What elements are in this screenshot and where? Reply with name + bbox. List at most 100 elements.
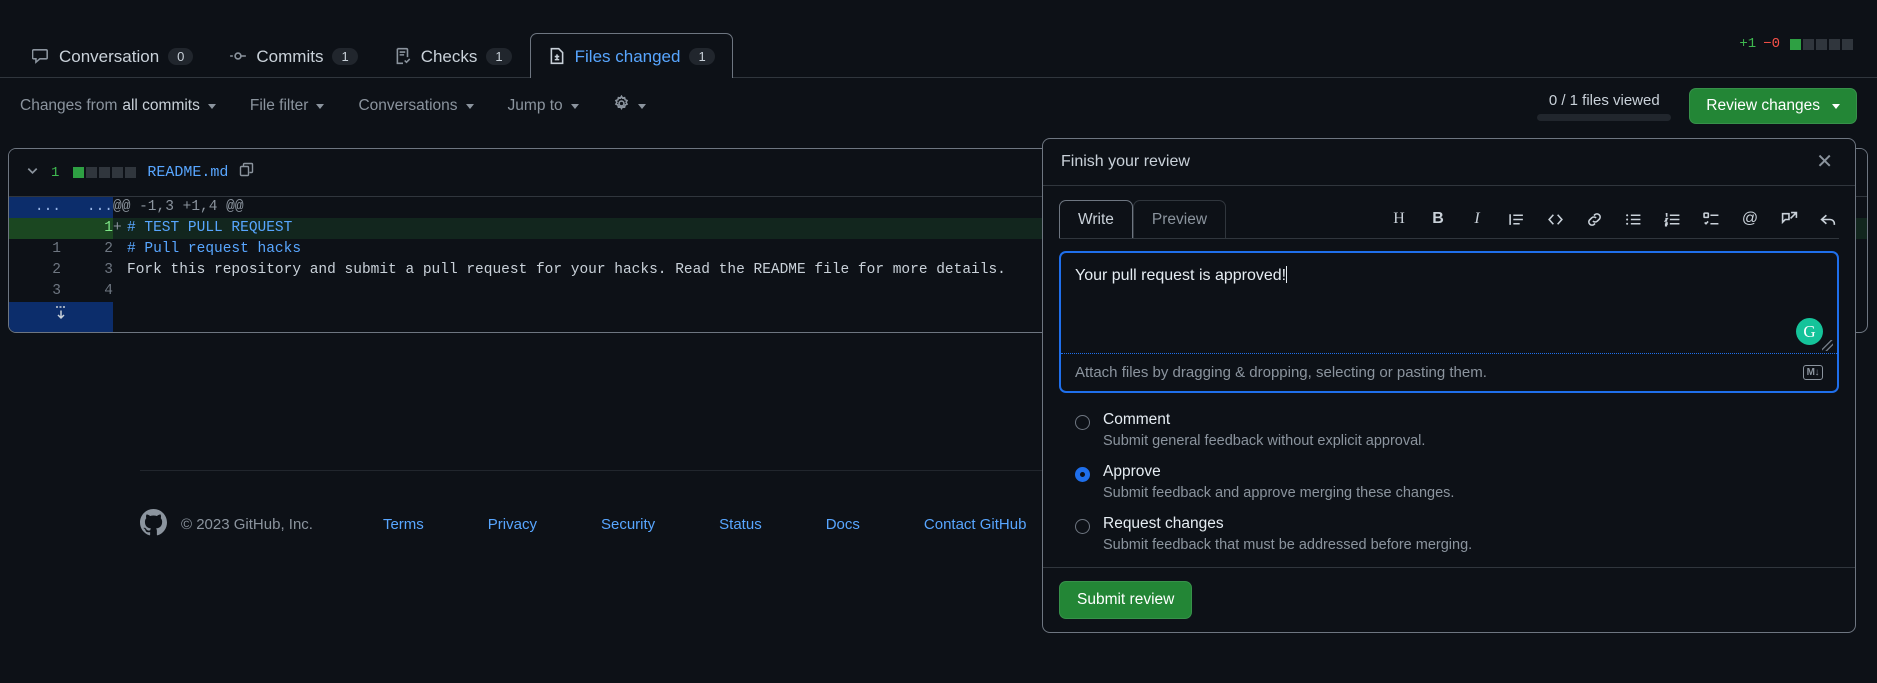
radio-request-changes[interactable] xyxy=(1075,519,1090,535)
option-request-changes-label: Request changes xyxy=(1103,515,1224,533)
diff-new-lineno[interactable]: 2 xyxy=(61,239,113,260)
radio-approve[interactable] xyxy=(1075,467,1090,483)
link-icon[interactable] xyxy=(1583,208,1605,230)
comment-textarea[interactable]: Your pull request is approved! xyxy=(1061,253,1837,353)
diff-old-lineno[interactable]: ... xyxy=(9,197,61,218)
diff-old-lineno[interactable]: 1 xyxy=(9,239,61,260)
tab-counter: 0 xyxy=(168,47,194,65)
tab-commits[interactable]: Commits 1 xyxy=(211,33,375,78)
tab-preview[interactable]: Preview xyxy=(1132,200,1227,239)
diff-old-lineno[interactable]: 3 xyxy=(9,281,61,302)
diff-settings-dropdown[interactable] xyxy=(613,94,646,117)
changes-from-dropdown[interactable]: Changes from all commits xyxy=(20,97,216,115)
attach-files-hint: Attach files by dragging & dropping, sel… xyxy=(1075,364,1487,382)
quote-icon[interactable] xyxy=(1505,208,1527,230)
file-filter-dropdown[interactable]: File filter xyxy=(250,97,325,115)
option-approve-desc: Submit feedback and approve merging thes… xyxy=(1103,485,1455,502)
expand-down-icon xyxy=(53,306,69,327)
jump-to-dropdown[interactable]: Jump to xyxy=(508,97,579,115)
tab-label: Files changed xyxy=(574,46,681,66)
footer-link-docs[interactable]: Docs xyxy=(826,516,860,533)
footer-link-terms[interactable]: Terms xyxy=(383,516,424,533)
changes-prefix-label: Changes from xyxy=(20,97,118,114)
heading-icon[interactable]: H xyxy=(1388,208,1410,230)
diff-new-lineno[interactable]: 4 xyxy=(61,281,113,302)
footer-link-security[interactable]: Security xyxy=(601,516,655,533)
finish-review-dialog: Finish your review ✕ Write Preview H B I xyxy=(1042,138,1856,634)
diff-code-text: Fork this repository and submit a pull r… xyxy=(127,262,1006,278)
commits-icon xyxy=(229,47,247,65)
additions-count: +1 xyxy=(1739,36,1757,52)
footer-link-status[interactable]: Status xyxy=(719,516,762,533)
mention-icon[interactable]: @ xyxy=(1739,208,1761,230)
comment-text: Your pull request is approved! xyxy=(1075,267,1287,285)
cross-reference-icon[interactable] xyxy=(1778,208,1800,230)
dialog-header: Finish your review ✕ xyxy=(1043,139,1855,186)
comment-editor[interactable]: Your pull request is approved! G Attach … xyxy=(1059,251,1839,394)
close-icon[interactable]: ✕ xyxy=(1812,152,1837,172)
radio-comment[interactable] xyxy=(1075,415,1090,431)
diff-new-lineno[interactable]: 3 xyxy=(61,260,113,281)
tab-checks[interactable]: Checks 1 xyxy=(376,33,530,78)
file-filter-label: File filter xyxy=(249,97,309,114)
chevron-down-icon xyxy=(570,103,579,109)
dialog-footer: Submit review xyxy=(1043,567,1855,632)
diff-new-lineno[interactable]: ... xyxy=(61,197,113,218)
diff-code-text: # TEST PULL REQUEST xyxy=(127,220,293,236)
option-approve[interactable]: Approve Submit feedback and approve merg… xyxy=(1075,463,1823,501)
code-icon[interactable] xyxy=(1544,208,1566,230)
review-changes-button[interactable]: Review changes xyxy=(1689,88,1857,124)
option-comment[interactable]: Comment Submit general feedback without … xyxy=(1075,411,1823,449)
file-name-label[interactable]: README.md xyxy=(147,164,228,181)
tab-preview-label: Preview xyxy=(1151,211,1208,228)
diff-old-lineno[interactable] xyxy=(9,218,61,239)
tab-counter: 1 xyxy=(332,47,358,65)
italic-icon[interactable]: I xyxy=(1466,208,1488,230)
grammarly-icon[interactable]: G xyxy=(1796,318,1823,346)
resize-handle[interactable] xyxy=(1822,340,1833,352)
jump-to-label: Jump to xyxy=(507,97,563,114)
editor-footer: Attach files by dragging & dropping, sel… xyxy=(1061,353,1837,391)
conversation-icon xyxy=(32,47,50,65)
text-cursor xyxy=(1286,266,1288,284)
conversations-dropdown[interactable]: Conversations xyxy=(358,97,474,115)
option-request-changes[interactable]: Request changes Submit feedback that mus… xyxy=(1075,515,1823,553)
copyright-label: © 2023 GitHub, Inc. xyxy=(181,516,313,533)
tab-label: Checks xyxy=(420,46,478,66)
pull-request-files-changed-page: Conversation 0 Commits 1 Checks 1 Files … xyxy=(0,0,1877,683)
checks-icon xyxy=(394,47,412,65)
reply-icon[interactable] xyxy=(1817,208,1839,230)
option-request-changes-desc: Submit feedback that must be addressed b… xyxy=(1103,537,1473,554)
markdown-supported-icon[interactable]: M↓ xyxy=(1802,365,1823,381)
footer-link-privacy[interactable]: Privacy xyxy=(488,516,537,533)
tab-counter: 1 xyxy=(689,47,715,65)
chevron-down-icon xyxy=(316,103,325,109)
chevron-down-icon[interactable] xyxy=(25,163,40,183)
gear-icon xyxy=(613,94,630,117)
bold-icon[interactable]: B xyxy=(1427,208,1449,230)
files-toolbar: Changes from all commits File filter Con… xyxy=(0,78,1877,134)
expand-lines-button[interactable] xyxy=(9,302,113,332)
chevron-down-icon xyxy=(1832,103,1840,109)
tab-conversation[interactable]: Conversation 0 xyxy=(14,33,211,78)
tab-counter: 1 xyxy=(486,47,512,65)
footer-link-contact-github[interactable]: Contact GitHub xyxy=(924,516,1027,533)
files-viewed-label: 0 / 1 files viewed xyxy=(1548,91,1660,109)
tab-write[interactable]: Write xyxy=(1059,200,1133,239)
submit-review-button[interactable]: Submit review xyxy=(1059,581,1193,620)
tab-files-changed[interactable]: Files changed 1 xyxy=(529,33,733,78)
changes-scope-label: all commits xyxy=(122,97,200,114)
review-type-options: Comment Submit general feedback without … xyxy=(1059,393,1839,553)
files-changed-icon xyxy=(548,47,566,65)
diff-old-lineno[interactable]: 2 xyxy=(9,260,61,281)
diffstat-bar xyxy=(1790,38,1853,50)
copy-icon[interactable] xyxy=(239,162,255,183)
task-list-icon[interactable] xyxy=(1700,208,1722,230)
option-comment-label: Comment xyxy=(1103,411,1171,429)
chevron-down-icon xyxy=(465,103,474,109)
unordered-list-icon[interactable] xyxy=(1622,208,1644,230)
option-approve-label: Approve xyxy=(1103,463,1161,481)
diff-new-lineno[interactable]: 1 xyxy=(61,218,113,239)
conversations-label: Conversations xyxy=(358,97,458,114)
ordered-list-icon[interactable] xyxy=(1661,208,1683,230)
